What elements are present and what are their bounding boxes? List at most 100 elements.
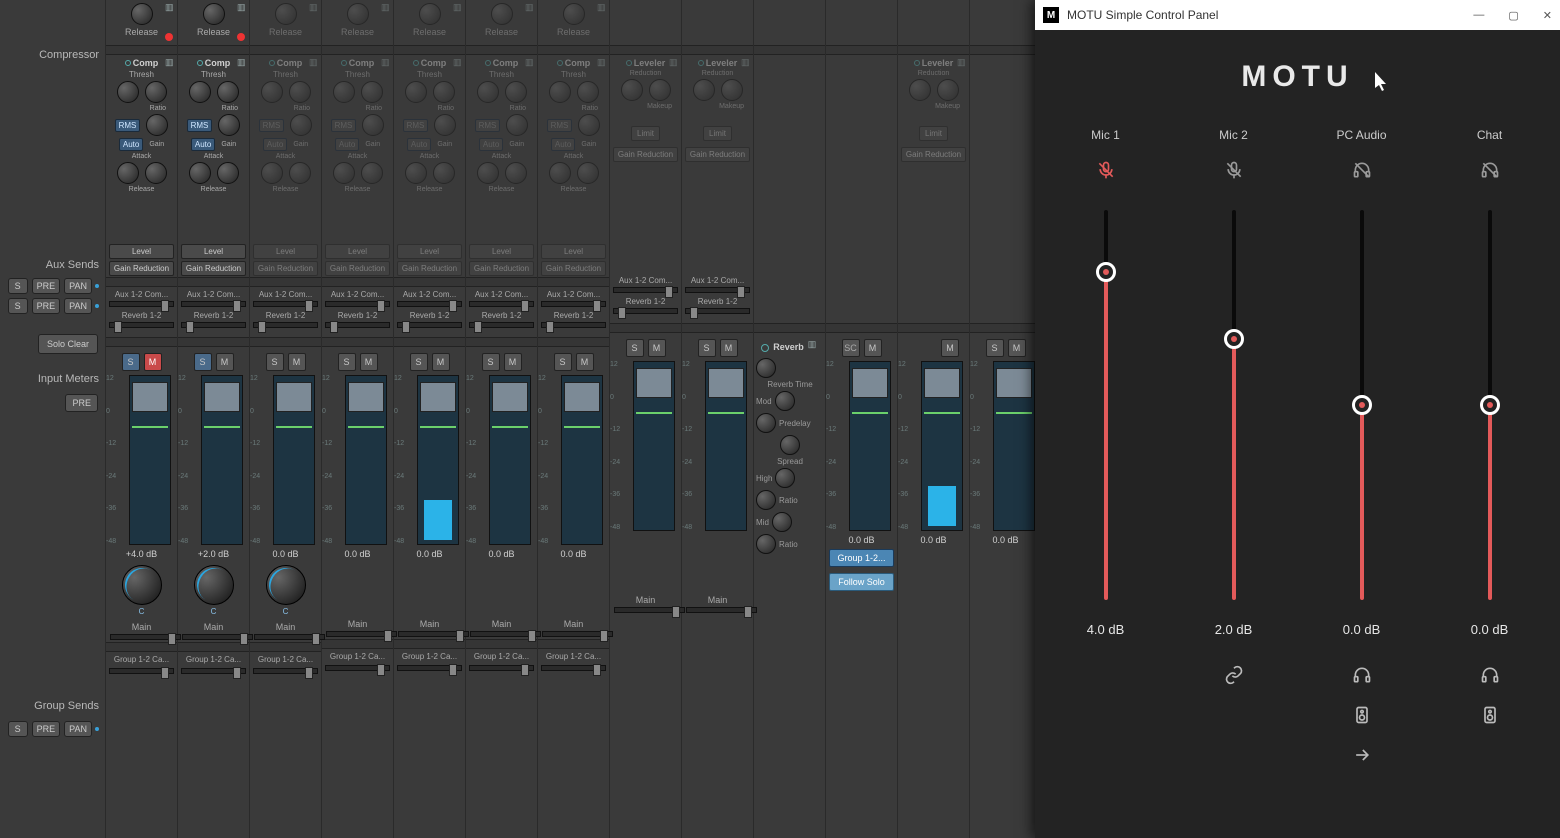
solo-button[interactable]: S: [626, 339, 644, 357]
gain-knob[interactable]: [578, 114, 600, 136]
rms-toggle[interactable]: RMS: [115, 119, 141, 132]
volume-slider[interactable]: [1232, 210, 1236, 600]
release-knob[interactable]: [347, 3, 369, 25]
level-button[interactable]: Level: [253, 244, 318, 259]
headset-off-icon[interactable]: [1352, 160, 1372, 180]
maximize-button[interactable]: ▢: [1508, 9, 1518, 22]
sc-button[interactable]: SC: [842, 339, 860, 357]
auto-toggle[interactable]: Auto: [119, 138, 143, 151]
mod-knob[interactable]: [775, 391, 795, 411]
mic-off-red-icon[interactable]: [1096, 160, 1116, 180]
reverb-power-icon[interactable]: [761, 344, 769, 352]
pre-toggle[interactable]: PRE: [65, 394, 98, 412]
plugin-icon[interactable]: ▥: [381, 2, 391, 12]
solo-clear-button[interactable]: Solo Clear: [38, 334, 98, 354]
minimize-button[interactable]: —: [1473, 9, 1484, 22]
group-send-slider[interactable]: [469, 665, 534, 671]
ratio-knob[interactable]: [217, 81, 239, 103]
mute-button[interactable]: M: [288, 353, 306, 371]
auto-toggle[interactable]: Auto: [407, 138, 431, 151]
pan-knob[interactable]: [266, 565, 306, 605]
makeup-knob[interactable]: [937, 79, 959, 101]
plugin-icon[interactable]: ▥: [381, 57, 391, 67]
aux-send-2-slider[interactable]: [253, 322, 318, 328]
link-icon[interactable]: [1224, 665, 1244, 685]
aux-pre-button[interactable]: PRE: [32, 278, 61, 294]
volume-slider[interactable]: [1104, 210, 1108, 600]
group-send-slider[interactable]: [181, 668, 246, 674]
mid-knob[interactable]: [772, 512, 792, 532]
aux-pre-button-2[interactable]: PRE: [32, 298, 61, 314]
solo-button[interactable]: S: [266, 353, 284, 371]
attack-knob[interactable]: [261, 162, 283, 184]
window-titlebar[interactable]: M MOTU Simple Control Panel — ▢ ✕: [1035, 0, 1560, 30]
pan-knob[interactable]: [122, 565, 162, 605]
solo-button[interactable]: S: [338, 353, 356, 371]
release-knob[interactable]: [131, 3, 153, 25]
release-knob[interactable]: [203, 3, 225, 25]
plugin-icon[interactable]: ▥: [453, 2, 463, 12]
release-knob2[interactable]: [505, 162, 527, 184]
gain-reduction-button[interactable]: Gain Reduction: [181, 261, 246, 276]
group-send-slider[interactable]: [109, 668, 174, 674]
power-icon[interactable]: [197, 60, 203, 66]
group-pre-button[interactable]: PRE: [32, 721, 61, 737]
power-icon[interactable]: [557, 60, 563, 66]
aux-send-2-slider[interactable]: [397, 322, 462, 328]
reverb-time-knob[interactable]: [756, 358, 776, 378]
spread-knob[interactable]: [780, 435, 800, 455]
level-button[interactable]: Level: [397, 244, 462, 259]
aux-send-2-slider[interactable]: [685, 308, 750, 314]
mute-button[interactable]: M: [941, 339, 959, 357]
gain-reduction-button[interactable]: Gain Reduction: [253, 261, 318, 276]
main-send-slider[interactable]: [398, 631, 469, 637]
output-meter[interactable]: [993, 361, 1035, 531]
plugin-icon[interactable]: ▥: [165, 2, 175, 12]
solo-button[interactable]: S: [194, 353, 212, 371]
group-assign-button[interactable]: Group 1-2...: [829, 549, 894, 567]
mute-button[interactable]: M: [216, 353, 234, 371]
main-send-slider[interactable]: [614, 607, 685, 613]
gain-knob[interactable]: [434, 114, 456, 136]
mute-button[interactable]: M: [864, 339, 882, 357]
release-knob2[interactable]: [433, 162, 455, 184]
channel-meter[interactable]: [417, 375, 459, 545]
solo-button[interactable]: S: [986, 339, 1004, 357]
release-knob2[interactable]: [217, 162, 239, 184]
leveler-gr-button[interactable]: Gain Reduction: [685, 147, 750, 162]
rms-toggle[interactable]: RMS: [259, 119, 285, 132]
makeup-knob[interactable]: [721, 79, 743, 101]
aux-pan-button-2[interactable]: PAN: [64, 298, 92, 314]
speaker-icon[interactable]: [1480, 705, 1500, 725]
power-icon[interactable]: [413, 60, 419, 66]
mute-button[interactable]: M: [144, 353, 162, 371]
plugin-icon[interactable]: ▥: [309, 2, 319, 12]
ratio-knob[interactable]: [577, 81, 599, 103]
output-meter[interactable]: [921, 361, 963, 531]
plugin-icon[interactable]: ▥: [309, 57, 319, 67]
rms-toggle[interactable]: RMS: [403, 119, 429, 132]
attack-knob[interactable]: [549, 162, 571, 184]
mute-button[interactable]: M: [504, 353, 522, 371]
channel-meter[interactable]: [633, 361, 675, 531]
release-knob2[interactable]: [289, 162, 311, 184]
channel-meter[interactable]: [345, 375, 387, 545]
power-icon[interactable]: [914, 60, 920, 66]
close-button[interactable]: ✕: [1543, 9, 1552, 22]
aux-send-2-slider[interactable]: [109, 322, 174, 328]
gain-knob[interactable]: [146, 114, 168, 136]
ratio-knob[interactable]: [145, 81, 167, 103]
aux-pan-button[interactable]: PAN: [64, 278, 92, 294]
aux-send-2-slider[interactable]: [613, 308, 678, 314]
attack-knob[interactable]: [189, 162, 211, 184]
aux-send-1-slider[interactable]: [181, 301, 246, 307]
thresh-knob[interactable]: [261, 81, 283, 103]
aux-send-1-slider[interactable]: [253, 301, 318, 307]
thresh-knob[interactable]: [333, 81, 355, 103]
gain-reduction-button[interactable]: Gain Reduction: [541, 261, 606, 276]
aux-send-2-slider[interactable]: [541, 322, 606, 328]
attack-knob[interactable]: [333, 162, 355, 184]
mute-button[interactable]: M: [360, 353, 378, 371]
mute-button[interactable]: M: [1008, 339, 1026, 357]
gain-knob[interactable]: [506, 114, 528, 136]
